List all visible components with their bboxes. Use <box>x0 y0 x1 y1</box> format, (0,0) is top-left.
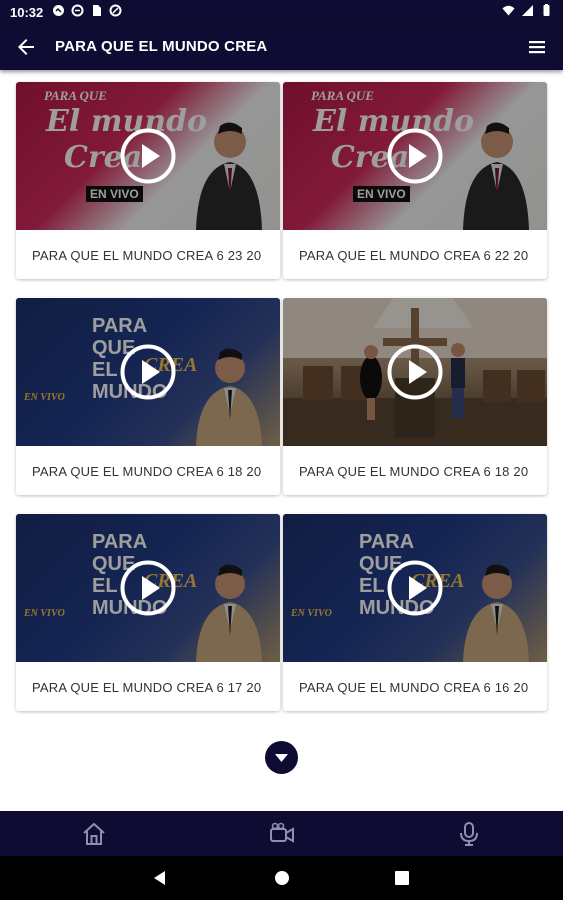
video-thumbnail[interactable]: PARA QUE EL MUNDO CREA EN VIVO <box>16 298 280 446</box>
back-triangle-icon[interactable] <box>150 868 170 888</box>
video-thumbnail[interactable]: PARA QUE El mundo Crea EN VIVO <box>283 82 547 230</box>
status-bar: 10:32 <box>0 0 563 24</box>
video-title: PARA QUE EL MUNDO CREA 6 22 20 <box>299 248 529 263</box>
video-title: PARA QUE EL MUNDO CREA 6 17 20 <box>32 680 262 695</box>
video-thumbnail[interactable]: PARA QUE EL MUNDO CREA EN VIVO <box>16 514 280 662</box>
video-camera-icon[interactable] <box>269 821 295 847</box>
video-card[interactable]: PARA QUE El mundo Crea EN VIVO PARA QUE … <box>16 82 280 279</box>
video-card[interactable]: PARA QUE EL MUNDO CREA 6 18 20 <box>283 298 547 495</box>
play-icon[interactable] <box>120 344 176 400</box>
arrow-back-icon[interactable] <box>14 35 38 59</box>
chevron-down-icon <box>275 754 288 762</box>
page-title: PARA QUE EL MUNDO CREA <box>55 38 268 55</box>
data-saver-icon <box>109 4 122 17</box>
play-icon[interactable] <box>387 560 443 616</box>
wifi-icon <box>502 5 515 16</box>
video-title: PARA QUE EL MUNDO CREA 6 18 20 <box>32 464 262 479</box>
play-icon[interactable] <box>120 560 176 616</box>
system-navigation-bar <box>0 856 563 900</box>
hamburger-menu-icon[interactable] <box>525 35 549 59</box>
notification-icon <box>53 5 64 16</box>
signal-icon <box>522 5 533 16</box>
sim-card-icon <box>93 5 101 16</box>
status-system-icons <box>502 4 553 17</box>
load-more-button[interactable] <box>265 741 298 774</box>
video-card[interactable]: PARA QUE El mundo Crea EN VIVO PARA QUE … <box>283 82 547 279</box>
video-title: PARA QUE EL MUNDO CREA 6 23 20 <box>32 248 262 263</box>
home-circle-icon[interactable] <box>272 868 292 888</box>
video-title: PARA QUE EL MUNDO CREA 6 16 20 <box>299 680 529 695</box>
play-icon[interactable] <box>120 128 176 184</box>
video-card[interactable]: PARA QUE EL MUNDO CREA EN VIVO PARA QUE … <box>16 514 280 711</box>
video-thumbnail[interactable]: PARA QUE El mundo Crea EN VIVO <box>16 82 280 230</box>
video-card[interactable]: PARA QUE EL MUNDO CREA EN VIVO PARA QUE … <box>16 298 280 495</box>
play-icon[interactable] <box>387 128 443 184</box>
play-icon[interactable] <box>387 344 443 400</box>
video-card[interactable]: PARA QUE EL MUNDO CREA EN VIVO PARA QUE … <box>283 514 547 711</box>
home-icon[interactable] <box>81 821 107 847</box>
data-saver-icon <box>71 4 84 17</box>
recents-square-icon[interactable] <box>392 868 412 888</box>
app-bar: PARA QUE EL MUNDO CREA <box>0 24 563 70</box>
microphone-icon[interactable] <box>456 821 482 847</box>
status-time: 10:32 <box>10 5 44 20</box>
video-thumbnail[interactable] <box>283 298 547 446</box>
bottom-navigation <box>0 811 563 856</box>
video-thumbnail[interactable]: PARA QUE EL MUNDO CREA EN VIVO <box>283 514 547 662</box>
battery-icon <box>543 4 550 16</box>
status-notification-icons <box>52 4 122 17</box>
video-title: PARA QUE EL MUNDO CREA 6 18 20 <box>299 464 529 479</box>
